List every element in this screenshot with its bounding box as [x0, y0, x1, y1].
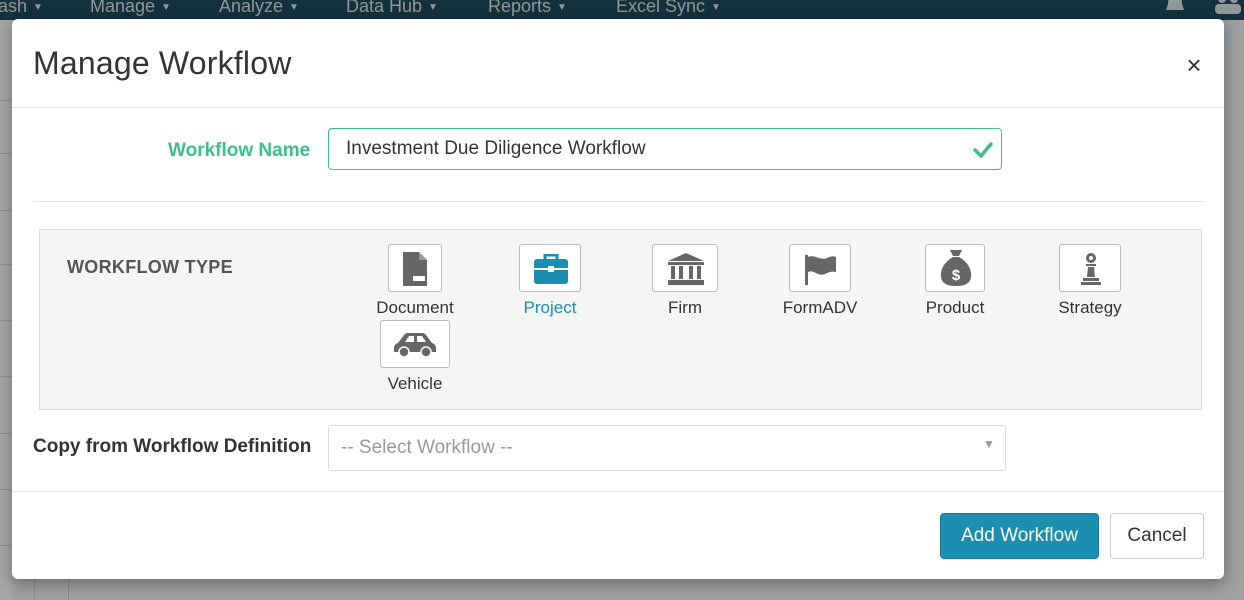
workflow-type-label-text: Firm	[668, 298, 702, 317]
vehicle-tile	[380, 320, 450, 368]
check-icon	[973, 142, 993, 158]
dropdown-arrow-icon: ▼	[983, 437, 995, 451]
workflow-type-label-text: Product	[925, 298, 985, 317]
workflow-type-label-text: Document	[376, 298, 454, 317]
close-icon[interactable]: ×	[1182, 51, 1206, 79]
workflow-type-label-text: Strategy	[1058, 298, 1122, 317]
bank-icon	[668, 253, 704, 285]
flag-icon	[805, 255, 836, 285]
formadv-tile	[789, 244, 851, 292]
document-icon	[403, 252, 427, 286]
workflow-name-label: Workflow Name	[168, 140, 311, 161]
strategy-tile	[1059, 244, 1121, 292]
footer-divider	[12, 491, 1224, 492]
product-tile: $	[925, 244, 985, 292]
select-placeholder: -- Select Workflow --	[341, 437, 513, 458]
section-divider	[33, 201, 1204, 202]
money-bag-icon: $	[940, 250, 972, 286]
header-divider	[12, 107, 1224, 108]
modal-title: Manage Workflow	[33, 45, 292, 81]
copy-from-label: Copy from Workflow Definition	[33, 436, 312, 457]
manage-workflow-dialog: Manage Workflow × Workflow Name WORKFLOW…	[12, 19, 1224, 579]
select-workflow-dropdown[interactable]: -- Select Workflow -- ▼	[328, 425, 1006, 471]
svg-text:$: $	[952, 267, 961, 284]
project-tile	[519, 244, 581, 292]
workflow-type-label-text: Project	[523, 298, 577, 317]
briefcase-icon	[534, 254, 568, 284]
cancel-button[interactable]: Cancel	[1110, 513, 1204, 559]
document-tile	[388, 244, 442, 292]
chess-pawn-icon	[1081, 253, 1101, 285]
workflow-name-input[interactable]	[328, 128, 1002, 170]
workflow-type-label: WORKFLOW TYPE	[67, 257, 233, 277]
workflow-type-label-text: FormADV	[782, 298, 858, 317]
workflow-type-label-text: Vehicle	[387, 374, 443, 393]
firm-tile	[652, 244, 718, 292]
add-workflow-button[interactable]: Add Workflow	[940, 513, 1099, 559]
car-icon	[394, 333, 436, 357]
